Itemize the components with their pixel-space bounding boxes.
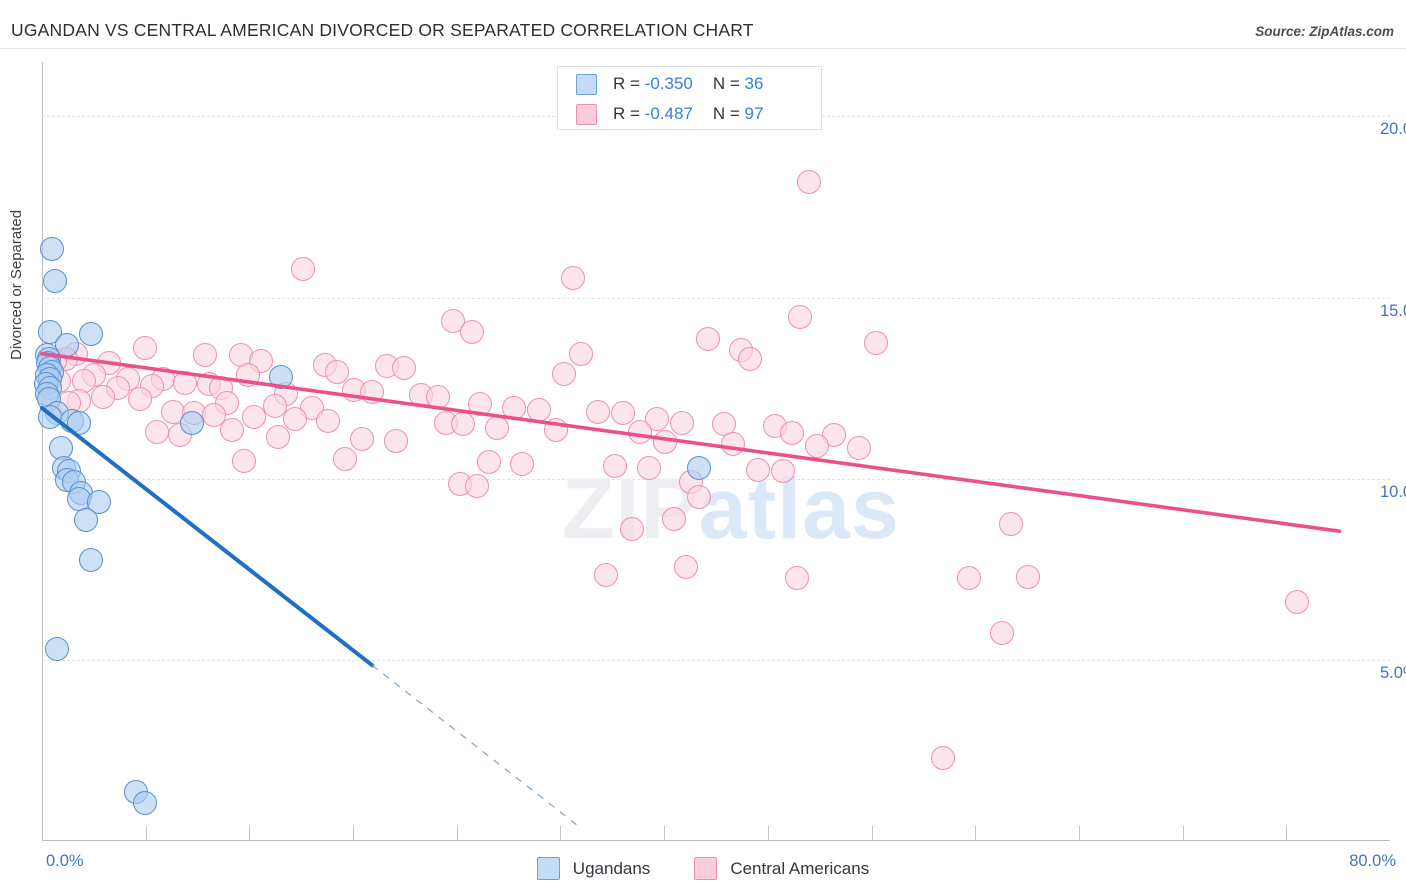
source-label: Source: ZipAtlas.com [1255,24,1394,39]
series-legend-label: Central Americans [730,858,870,878]
ugandans-trendline [40,406,375,668]
r-value: -0.350 [644,74,693,93]
series-legend-item-ugandans[interactable]: Ugandans [536,857,651,880]
correlation-stat-row: R = -0.350 N = 36 [558,69,763,99]
correlation-stats-legend: R = -0.350 N = 36 R = -0.487 N = 97 [557,66,822,130]
y-tick-label: 10.0% [1380,482,1406,501]
header-divider [0,48,1406,49]
trendline-layer [40,351,1342,829]
ugandans-trendline-extension [371,664,582,829]
series-legend-label: Ugandans [572,858,651,878]
r-value: -0.487 [644,104,693,123]
series-legend: Ugandans Central Americans [0,857,1406,880]
y-tick-label: 20.0% [1380,120,1406,139]
scatter-plot-area: ZIPatlas [34,62,1390,841]
legend-color-swatch [576,73,597,95]
legend-color-swatch [694,857,718,880]
n-value: 36 [744,74,764,93]
correlation-stat-text: R = -0.350 N = 36 [613,74,764,93]
correlation-stat-row: R = -0.487 N = 97 [558,99,763,129]
page-title: UGANDAN VS CENTRAL AMERICAN DIVORCED OR … [11,20,754,40]
y-tick-label: 15.0% [1380,301,1406,320]
n-value: 97 [744,104,764,123]
y-tick-label: 5.0% [1380,663,1406,682]
legend-color-swatch [576,103,597,125]
correlation-stat-text: R = -0.487 N = 97 [613,104,764,123]
y-axis-title: Divorced or Separated [8,209,25,360]
central-americans-trendline [40,351,1342,534]
legend-color-swatch [536,857,560,880]
series-legend-item-central-americans[interactable]: Central Americans [694,857,869,880]
